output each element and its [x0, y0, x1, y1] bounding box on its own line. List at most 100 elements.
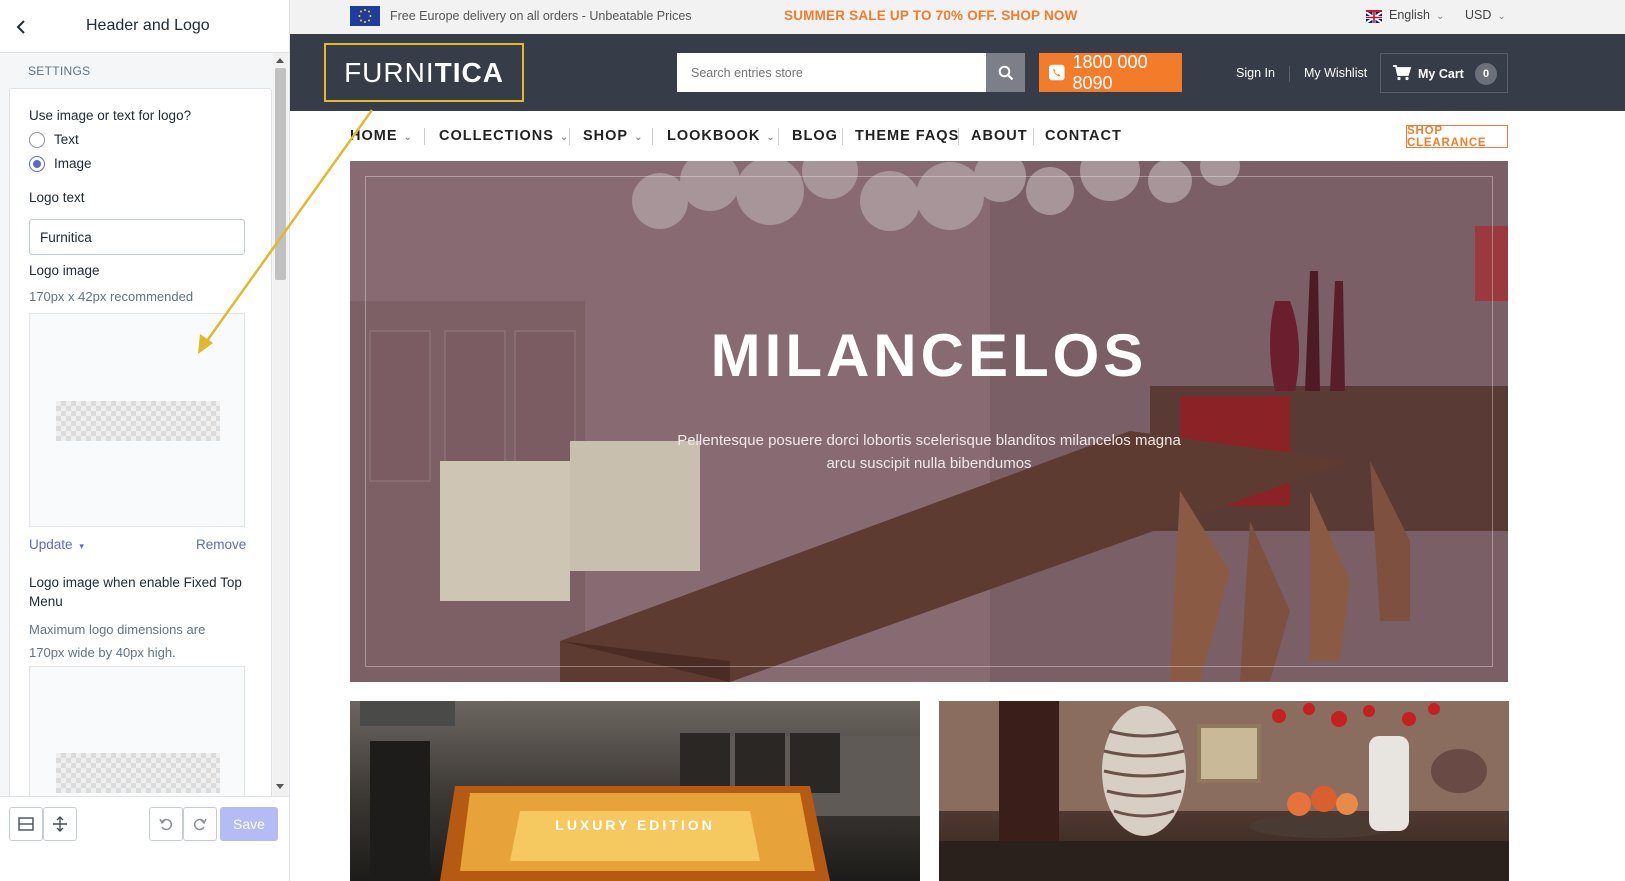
- radio-text-label[interactable]: Text: [54, 132, 79, 147]
- promo-luxury-label: LUXURY EDITION: [555, 817, 715, 833]
- cart-icon: [1393, 65, 1411, 81]
- hero-title: MILANCELOS: [710, 322, 1148, 389]
- logo-text-label: Logo text: [29, 190, 85, 205]
- nav-separator: [652, 128, 653, 145]
- currency-value: USD: [1465, 8, 1492, 22]
- settings-card: Use image or text for logo? Text Image L…: [9, 88, 272, 828]
- chevron-down-icon: ▾: [79, 541, 84, 551]
- chevron-down-icon: ⌄: [766, 132, 776, 143]
- language-value: English: [1389, 8, 1430, 22]
- promo-banner-luxury[interactable]: LUXURY EDITION: [350, 701, 920, 881]
- nav-home-label: HOME: [350, 128, 398, 144]
- redo-icon: [193, 818, 207, 831]
- wishlist-link[interactable]: My Wishlist: [1304, 66, 1367, 80]
- nav-about[interactable]: ABOUT: [971, 128, 1028, 144]
- radio-text[interactable]: [29, 132, 45, 148]
- nav-collections[interactable]: COLLECTIONS ⌄: [439, 128, 569, 144]
- undo-icon: [159, 818, 173, 831]
- radio-image-label[interactable]: Image: [54, 156, 92, 171]
- update-link-label: Update: [29, 537, 73, 552]
- header-divider: [1289, 66, 1290, 82]
- cart-count-badge: 0: [1475, 63, 1497, 85]
- nav-separator: [842, 128, 843, 145]
- delivery-message: Free Europe delivery on all orders - Unb…: [390, 9, 692, 23]
- radio-image[interactable]: [29, 156, 45, 172]
- nav-separator: [778, 128, 779, 145]
- store-preview: Free Europe delivery on all orders - Unb…: [290, 0, 1625, 881]
- phone-button[interactable]: 1800 000 8090: [1039, 51, 1182, 93]
- cart-label: My Cart: [1418, 67, 1464, 81]
- shop-clearance-button[interactable]: SHOP CLEARANCE: [1406, 125, 1508, 149]
- logo-light-part: FURNI: [344, 56, 435, 88]
- logo-image-hint: 170px x 42px recommended: [29, 289, 194, 304]
- nav-blog[interactable]: BLOG: [792, 128, 838, 144]
- back-button[interactable]: [12, 17, 32, 37]
- main-navigation: HOME ⌄ COLLECTIONS ⌄ SHOP ⌄ LOOKBOOK ⌄ BLOG …: [350, 111, 1510, 161]
- editor-title: Header and Logo: [86, 17, 210, 34]
- logo-image-preview[interactable]: [29, 313, 245, 527]
- logo-text-input[interactable]: [29, 219, 245, 255]
- cart-button[interactable]: My Cart 0: [1380, 53, 1508, 93]
- nav-separator: [569, 128, 570, 145]
- fixed-logo-label: Logo image when enable Fixed Top Menu: [29, 575, 242, 609]
- phone-number: 1800 000 8090: [1072, 51, 1148, 93]
- logo-wordmark: FURNITICA: [344, 57, 504, 89]
- inspector-button[interactable]: [43, 807, 77, 841]
- sections-button[interactable]: [9, 807, 43, 841]
- chevron-left-icon: [16, 20, 25, 34]
- promo-table-image: [360, 701, 920, 881]
- logo-image-placeholder: [56, 401, 220, 441]
- logo-image-label: Logo image: [29, 263, 100, 278]
- editor-scrollbar[interactable]: [273, 53, 288, 796]
- nav-separator: [424, 128, 425, 145]
- chevron-down-icon: ⌄: [1497, 11, 1506, 22]
- update-image-link[interactable]: Update ▾: [29, 537, 84, 552]
- main-header: FURNITICA 1800 000 8090 Sign In My Wishl…: [290, 34, 1625, 111]
- logo-bold-part: TICA: [434, 56, 504, 88]
- phone-icon: [1049, 64, 1065, 81]
- sign-in-link[interactable]: Sign In: [1236, 66, 1275, 80]
- nav-theme-faqs[interactable]: THEME FAQS: [855, 128, 959, 144]
- nav-lookbook[interactable]: LOOKBOOK ⌄: [667, 128, 776, 144]
- nav-contact[interactable]: CONTACT: [1045, 128, 1122, 144]
- logo-type-question: Use image or text for logo?: [29, 108, 192, 123]
- scroll-thumb[interactable]: [275, 68, 286, 280]
- chevron-down-icon: ⌄: [403, 132, 413, 143]
- uk-flag-icon: [1365, 10, 1383, 24]
- scroll-down-arrow[interactable]: [276, 784, 284, 789]
- sale-banner-link[interactable]: SUMMER SALE UP TO 70% OFF. SHOP NOW: [784, 8, 1078, 23]
- nav-separator: [1033, 128, 1034, 145]
- nav-lookbook-label: LOOKBOOK: [667, 128, 761, 144]
- redo-button[interactable]: [183, 807, 217, 841]
- hero-subtitle: Pellentesque posuere dorci lobortis scel…: [677, 432, 1181, 472]
- remove-image-link[interactable]: Remove: [196, 537, 246, 552]
- nav-shop[interactable]: SHOP ⌄: [583, 128, 643, 144]
- fixed-logo-image-placeholder: [56, 753, 220, 793]
- language-selector[interactable]: English ⌄: [1389, 8, 1444, 22]
- eu-flag-icon: [350, 6, 380, 26]
- nav-shop-label: SHOP: [583, 128, 629, 144]
- search-input[interactable]: [677, 53, 986, 92]
- hero-slideshow[interactable]: MILANCELOS Pellentesque posuere dorci lo…: [350, 161, 1508, 682]
- promo-banner-decor[interactable]: [939, 701, 1509, 881]
- promo-vases-image: [939, 701, 1509, 881]
- nav-home[interactable]: HOME ⌄: [350, 128, 413, 144]
- search-icon: [998, 65, 1013, 80]
- undo-button[interactable]: [149, 807, 183, 841]
- chevron-down-icon: ⌄: [634, 132, 644, 143]
- scroll-up-arrow[interactable]: [276, 58, 284, 63]
- announcement-bar: Free Europe delivery on all orders - Unb…: [290, 0, 1625, 34]
- save-button[interactable]: Save: [220, 807, 278, 841]
- search-button[interactable]: [986, 53, 1025, 92]
- chevron-down-icon: ⌄: [559, 132, 570, 143]
- sections-icon: [18, 817, 34, 831]
- chevron-down-icon: ⌄: [1436, 11, 1445, 22]
- currency-selector[interactable]: USD ⌄: [1465, 8, 1506, 22]
- store-logo[interactable]: FURNITICA: [324, 43, 524, 102]
- nav-separator: [958, 128, 959, 145]
- settings-section-label: SETTINGS: [28, 64, 91, 78]
- fixed-logo-hint: Maximum logo dimensions are 170px wide b…: [29, 622, 206, 660]
- cursor-select-icon: [53, 816, 67, 832]
- theme-editor-panel: Header and Logo SETTINGS Use image or te…: [0, 0, 290, 881]
- hero-frame: [365, 176, 1493, 667]
